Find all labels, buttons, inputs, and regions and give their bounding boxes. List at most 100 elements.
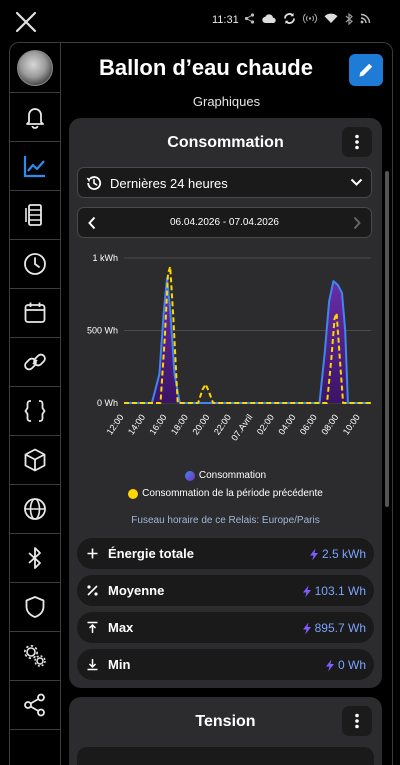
bluetooth-icon <box>345 12 353 25</box>
app-frame: Ballon d’eau chaude Graphiques Consommat… <box>9 42 393 765</box>
stat-label: Min <box>108 657 131 672</box>
cloud-icon <box>262 14 276 24</box>
sidebar-item-links[interactable] <box>10 337 60 387</box>
legend-label-previous: Consommation de la période précédente <box>142 488 323 499</box>
date-range-label: 06.04.2026 - 07.04.2026 <box>170 217 279 228</box>
x-tick-label: 07.Avril <box>229 412 254 442</box>
x-tick-label: 22:00 <box>212 412 233 436</box>
x-tick-label: 02:00 <box>255 412 276 436</box>
chevron-right-icon[interactable] <box>352 216 362 230</box>
y-tick-label: 0 Wh <box>97 398 118 408</box>
more-vertical-icon <box>355 134 359 150</box>
date-range-navigator: 06.04.2026 - 07.04.2026 <box>77 207 372 238</box>
x-tick-label: 16:00 <box>147 412 168 436</box>
x-tick-label: 14:00 <box>126 412 147 436</box>
more-vertical-icon <box>355 713 359 729</box>
sidebar-item-notifications[interactable] <box>10 92 60 142</box>
stat-average: Moyenne 103.1 Wh <box>77 575 374 606</box>
stat-min: Min 0 Wh <box>77 649 374 680</box>
x-tick-label: 10:00 <box>341 412 362 436</box>
hotspot-icon <box>303 13 317 24</box>
y-tick-label: 1 kWh <box>92 253 118 263</box>
avatar <box>17 49 53 86</box>
sidebar <box>10 43 61 765</box>
page-title: Ballon d’eau chaude <box>99 55 313 80</box>
period-select[interactable]: Dernières 24 heures <box>77 167 372 198</box>
legend-item-previous[interactable]: Consommation de la période précédente <box>69 488 382 499</box>
bolt-icon <box>302 585 311 597</box>
bolt-icon <box>302 622 311 634</box>
legend-item-current[interactable]: Consommation <box>69 470 382 481</box>
rss-icon <box>360 13 371 24</box>
stat-total-energy: Énergie totale 2.5 kWh <box>77 538 374 569</box>
bolt-icon <box>325 659 334 671</box>
main-content: Ballon d’eau chaude Graphiques Consommat… <box>61 43 392 765</box>
sidebar-item-components[interactable] <box>10 435 60 485</box>
share-nodes-icon <box>24 693 45 716</box>
status-time: 11:31 <box>212 14 239 26</box>
x-tick-label: 08:00 <box>319 412 340 436</box>
y-tick-label: 500 Wh <box>87 326 118 336</box>
stat-label: Énergie totale <box>108 546 194 561</box>
legend-label-current: Consommation <box>198 470 267 481</box>
stat-label: Moyenne <box>108 583 165 598</box>
sidebar-item-security[interactable] <box>10 582 60 632</box>
sidebar-item-settings[interactable] <box>10 631 60 681</box>
shield-icon <box>25 595 45 618</box>
stat-max: Max 895.7 Wh <box>77 612 374 643</box>
x-tick-label: 06:00 <box>298 412 319 436</box>
sidebar-item-sharing[interactable] <box>10 680 60 730</box>
stat-value: 103.1 Wh <box>314 584 366 598</box>
x-tick-label: 12:00 <box>105 412 126 436</box>
stat-value: 895.7 Wh <box>314 621 366 635</box>
sidebar-item-schedules[interactable] <box>10 239 60 289</box>
clock-icon <box>24 252 46 275</box>
max-icon <box>87 621 98 633</box>
card-title: Consommation <box>167 134 284 151</box>
device-list-icon <box>25 203 42 226</box>
share-icon <box>244 13 255 24</box>
calendar-icon <box>24 302 46 323</box>
sidebar-item-bluetooth[interactable] <box>10 533 60 583</box>
sidebar-item-scripts[interactable] <box>10 386 60 436</box>
edit-button[interactable] <box>349 54 383 86</box>
sync-icon <box>284 13 295 24</box>
min-icon <box>87 659 98 671</box>
code-braces-icon <box>24 399 46 422</box>
card-menu-button[interactable] <box>342 127 372 157</box>
legend-swatch-previous <box>128 488 139 499</box>
sidebar-item-avatar[interactable] <box>10 43 60 93</box>
chevron-down-icon <box>350 178 363 186</box>
status-bar: 11:31 <box>0 0 400 42</box>
sidebar-item-calendar[interactable] <box>10 288 60 338</box>
stat-value: 0 Wh <box>337 658 366 672</box>
legend-swatch-current <box>184 470 195 481</box>
consumption-card: Consommation Dernières 24 heures 06.04.2… <box>69 118 382 688</box>
period-select-value: Dernières 24 heures <box>110 176 228 191</box>
sidebar-item-charts[interactable] <box>10 141 60 191</box>
page-subtitle: Graphiques <box>192 94 261 109</box>
voltage-card: Tension <box>69 697 382 765</box>
bolt-icon <box>309 548 318 560</box>
scrollbar[interactable] <box>385 171 389 507</box>
stat-label: Max <box>108 620 134 635</box>
bell-icon <box>26 107 44 129</box>
globe-icon <box>24 497 46 520</box>
consumption-chart: 1 kWh 500 Wh 0 Wh 12:00 14:00 16:00 18:00 20:00… <box>87 253 371 443</box>
x-tick-label: 20:00 <box>190 412 211 436</box>
card-menu-button[interactable] <box>342 706 372 736</box>
close-icon[interactable] <box>12 8 40 36</box>
pencil-icon <box>359 63 373 77</box>
gears-icon <box>24 644 46 667</box>
history-icon <box>86 176 102 190</box>
wifi-icon <box>324 13 338 23</box>
card-title: Tension <box>195 713 256 730</box>
stat-value: 2.5 kWh <box>321 547 366 561</box>
sidebar-item-devices[interactable] <box>10 190 60 240</box>
x-tick-label: 04:00 <box>276 412 297 436</box>
sidebar-item-network[interactable] <box>10 484 60 534</box>
bluetooth-icon <box>28 546 41 569</box>
voltage-period-select[interactable] <box>77 747 374 765</box>
timezone-note: Fuseau horaire de ce Relais: Europe/Pari… <box>131 515 320 526</box>
percent-icon <box>87 585 98 596</box>
